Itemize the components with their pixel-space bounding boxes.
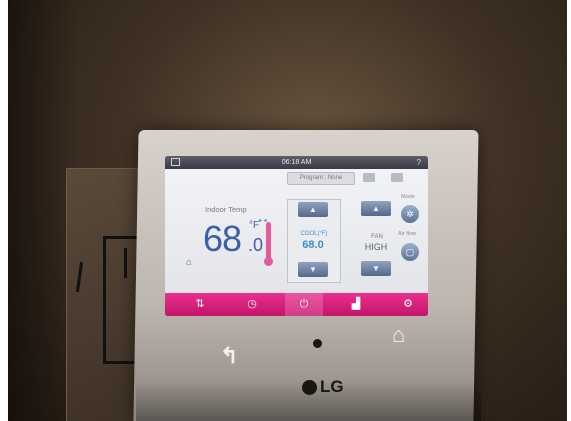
airflow-label: Air flow — [398, 231, 417, 237]
program-selector[interactable]: Program : None — [287, 172, 355, 185]
mode-label: Mode — [401, 194, 415, 200]
fan-speed-value: HIGH — [364, 242, 388, 252]
fan-label: FAN — [371, 234, 383, 240]
thermostat-screen: 06:18 AM ? Program : None Indoor Temp 68… — [165, 156, 428, 316]
airflow-button[interactable]: ▢ — [401, 243, 419, 261]
thermometer-icon — [266, 222, 271, 262]
indoor-temp-label: Indoor Temp — [205, 205, 247, 214]
lock-icon[interactable] — [391, 173, 403, 182]
thermometer-bulb — [264, 257, 273, 266]
lg-logo-icon — [302, 380, 317, 395]
menu-icon[interactable] — [171, 158, 180, 166]
home-small-icon: ⌂ — [186, 257, 193, 268]
sensor-dot — [313, 339, 322, 348]
fan-down-button[interactable]: ▼ — [361, 261, 391, 276]
nav-energy-icon[interactable]: ▟ — [345, 297, 367, 312]
nav-clock-icon[interactable]: ◷ — [241, 297, 263, 312]
setpoint-up-button[interactable]: ▲ — [298, 202, 328, 217]
setpoint-value: 68.0 — [302, 239, 324, 251]
help-icon[interactable]: ? — [417, 156, 421, 169]
indoor-temp-decimal: .0 — [248, 235, 264, 255]
nav-settings-icon[interactable]: ⇅ — [189, 297, 211, 312]
temp-unit: °F — [249, 220, 260, 231]
brand-logo: LG — [320, 377, 344, 396]
home-button-icon[interactable]: ⌂ — [392, 322, 405, 348]
back-button-icon[interactable]: ↰ — [220, 343, 238, 369]
indoor-temp-value: 68 — [203, 218, 242, 259]
nav-power-icon[interactable]: ⏻ — [293, 297, 315, 312]
status-bar: 06:18 AM ? — [165, 156, 428, 169]
marker-bracket — [124, 248, 135, 278]
setpoint-down-button[interactable]: ▼ — [298, 262, 328, 277]
cool-mode-label: COOL(°F) — [300, 231, 328, 237]
clock-time: 06:18 AM — [281, 159, 312, 166]
bottom-nav-bar: ⇅ ◷ ⏻ ▟ ⚙ — [165, 293, 428, 316]
fan-up-button[interactable]: ▲ — [361, 201, 391, 216]
mode-button[interactable]: ✲ — [401, 205, 419, 223]
nav-gear-icon[interactable]: ⚙ — [397, 297, 419, 312]
main-panel: Program : None Indoor Temp 68 .0 °F ⌂ ▸ … — [165, 169, 428, 293]
schedule-icon[interactable] — [363, 173, 375, 182]
